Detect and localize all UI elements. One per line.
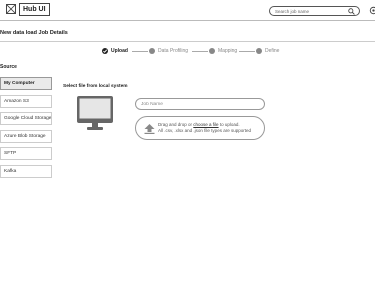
top-bar: Hub UI — [0, 0, 375, 21]
gear-icon[interactable] — [369, 6, 375, 15]
source-item-sftp[interactable]: SFTP — [0, 147, 52, 160]
divider — [0, 41, 375, 42]
step-label: Define — [265, 48, 280, 54]
source-heading: Source — [0, 64, 17, 70]
app-title[interactable]: Hub UI — [19, 3, 50, 16]
choose-file-link[interactable]: choose a file — [193, 122, 218, 127]
step-indicator — [209, 48, 215, 54]
step-indicator — [149, 48, 155, 54]
dropzone-text: Drag and drop or choose a file to upload… — [158, 122, 262, 134]
source-item-kafka[interactable]: Kafka — [0, 165, 52, 178]
step-connector — [239, 51, 255, 52]
search-box[interactable] — [269, 6, 360, 16]
source-item-my-computer[interactable]: My Computer — [0, 77, 52, 90]
source-item-google-cloud-storage[interactable]: Google Cloud Storage — [0, 112, 52, 125]
select-file-label: Select file from local system — [63, 84, 128, 89]
file-dropzone[interactable]: Drag and drop or choose a file to upload… — [135, 116, 265, 140]
monitor-icon — [77, 96, 113, 130]
step-indicator — [256, 48, 262, 54]
search-icon[interactable] — [348, 8, 355, 15]
step-mapping[interactable]: Mapping — [209, 47, 241, 55]
step-connector — [192, 51, 208, 52]
supported-types-text: All .csv, .xlsx and .json file types are… — [158, 128, 251, 133]
upload-icon — [144, 124, 155, 134]
step-connector — [132, 51, 148, 52]
step-data-profiling[interactable]: Data Profiling — [149, 47, 194, 55]
search-input[interactable] — [275, 8, 347, 15]
step-upload[interactable]: Upload — [102, 47, 132, 55]
job-name-input[interactable] — [135, 98, 265, 110]
check-circle-icon — [102, 48, 108, 54]
step-label: Mapping — [218, 48, 238, 54]
source-item-azure-blob-storage[interactable]: Azure Blob Storage — [0, 130, 52, 143]
drop-text-before: Drag and drop or — [158, 122, 193, 127]
step-label: Upload — [111, 48, 128, 54]
source-item-amazon-s3[interactable]: Amazon S3 — [0, 95, 52, 108]
step-label: Data Profiling — [158, 48, 189, 54]
step-define[interactable]: Define — [256, 47, 284, 55]
drop-text-after: to upload. — [219, 122, 240, 127]
page-title: New data load Job Details — [0, 30, 68, 36]
image-placeholder-icon — [6, 4, 16, 14]
